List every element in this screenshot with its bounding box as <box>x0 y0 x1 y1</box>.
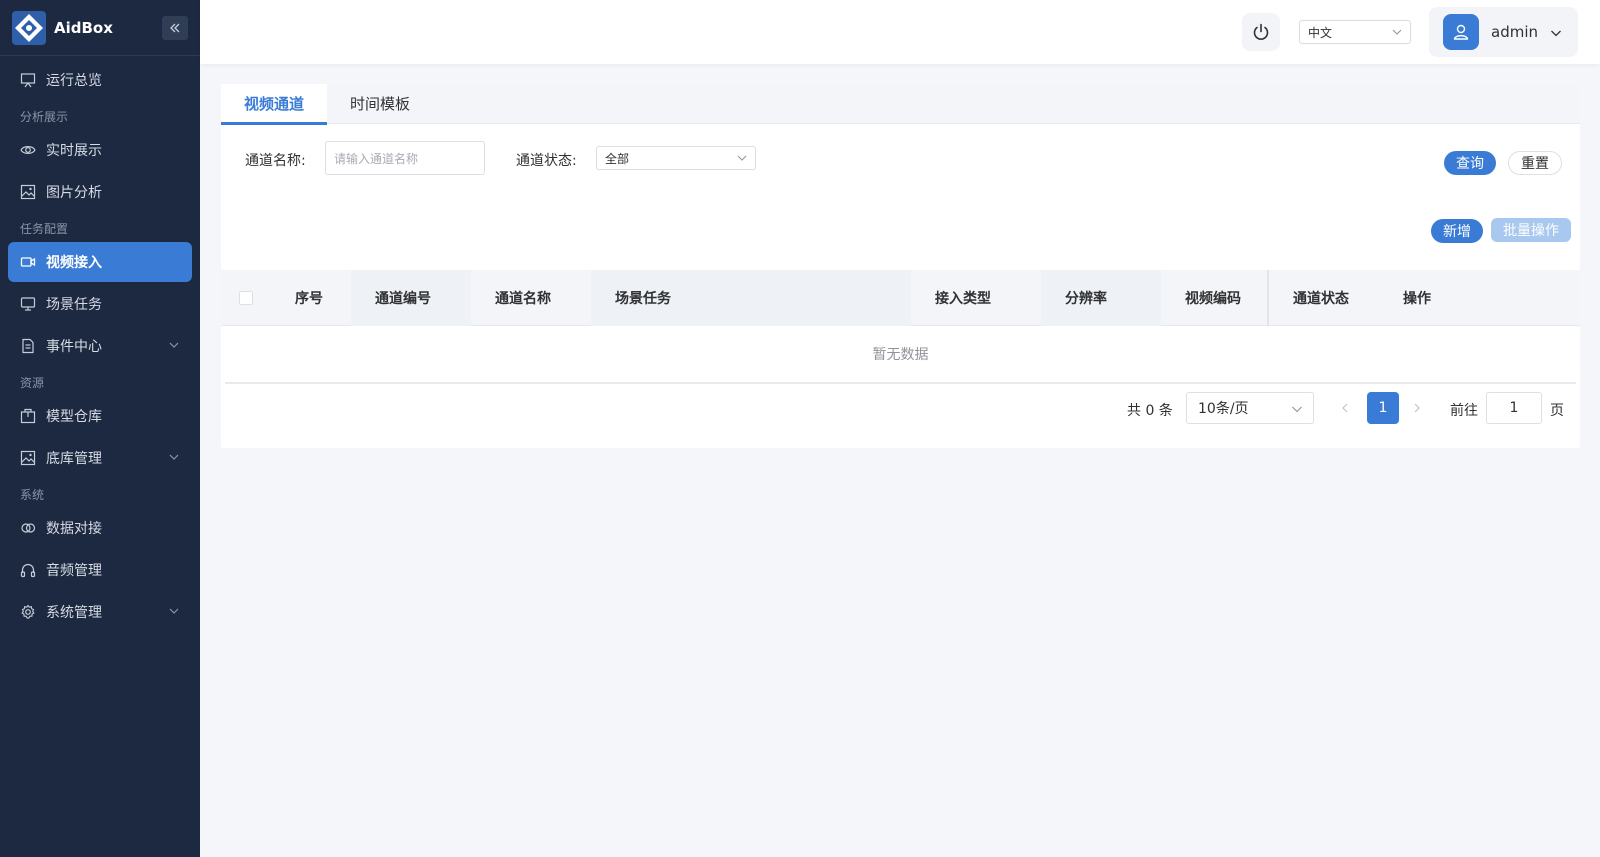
power-button[interactable] <box>1242 13 1280 51</box>
aidbox-logo-icon <box>12 10 46 45</box>
chevron-down-icon <box>737 155 747 161</box>
sidebar-item-label: 实时展示 <box>46 143 102 159</box>
goto-label: 前往 <box>1450 403 1478 419</box>
sidebar-item[interactable]: 模型仓库 <box>8 396 192 436</box>
column-header: 视频编码 <box>1185 291 1241 307</box>
add-button[interactable]: 新增 <box>1431 219 1483 243</box>
channel-status-value: 全部 <box>605 151 630 166</box>
goto-page-value: 1 <box>1509 400 1519 416</box>
monitor-icon <box>20 296 36 312</box>
double-chevron-left-icon <box>170 23 180 33</box>
sidebar-item[interactable]: 底库管理 <box>8 438 192 478</box>
chevron-down-icon <box>1292 406 1302 413</box>
collapse-sidebar-button[interactable] <box>162 16 188 40</box>
app-name: AidBox <box>54 18 113 37</box>
sidebar-item[interactable]: 数据对接 <box>8 508 192 548</box>
column-header: 操作 <box>1403 291 1431 307</box>
sidebar-item-label: 音频管理 <box>46 563 102 579</box>
next-page-icon[interactable] <box>1410 401 1424 415</box>
sidebar-nav: 运行总览分析展示实时展示图片分析任务配置视频接入场景任务事件中心资源模型仓库底库… <box>0 56 200 632</box>
prev-page-icon[interactable] <box>1338 401 1352 415</box>
channel-table: 序号 通道编号 通道名称 场景任务 接入类型 分辨率 视频编码 通道状态 操作 … <box>221 270 1580 384</box>
sidebar-item[interactable]: 图片分析 <box>8 172 192 212</box>
language-select[interactable]: 中文 <box>1299 20 1411 44</box>
page-size-select[interactable]: 10条/页 <box>1186 392 1314 424</box>
empty-table-text: 暂无数据 <box>225 326 1576 384</box>
sidebar-item[interactable]: 实时展示 <box>8 130 192 170</box>
sidebar-item[interactable]: 运行总览 <box>8 60 192 100</box>
column-header: 场景任务 <box>591 270 911 326</box>
image-icon <box>20 184 36 200</box>
avatar <box>1443 14 1479 50</box>
column-header: 分辨率 <box>1041 270 1161 326</box>
sidebar: AidBox 运行总览分析展示实时展示图片分析任务配置视频接入场景任务事件中心资… <box>0 0 200 857</box>
user-menu[interactable]: admin <box>1429 7 1578 57</box>
column-header: 通道状态 <box>1293 291 1349 307</box>
page-suffix: 页 <box>1550 403 1564 419</box>
table-header: 序号 通道编号 通道名称 场景任务 接入类型 分辨率 视频编码 通道状态 操作 <box>221 270 1580 326</box>
sidebar-group-label: 分析展示 <box>20 110 69 124</box>
channel-status-label: 通道状态: <box>516 153 577 169</box>
sidebar-item[interactable]: 场景任务 <box>8 284 192 324</box>
tab-bar: 视频通道 时间模板 <box>221 84 1580 125</box>
pagination-total: 共 0 条 <box>1127 403 1173 419</box>
sidebar-item-label: 数据对接 <box>46 521 102 537</box>
image-icon <box>20 450 36 466</box>
sidebar-item-label: 运行总览 <box>46 73 102 89</box>
sidebar-item[interactable]: 音频管理 <box>8 550 192 590</box>
chevron-down-icon <box>1551 30 1561 37</box>
sidebar-item-label: 事件中心 <box>46 339 102 355</box>
channel-name-input[interactable]: 请输入通道名称 <box>325 141 485 175</box>
chevron-down-icon <box>169 342 179 348</box>
presentation-icon <box>20 72 36 88</box>
top-header: 中文 admin <box>200 0 1600 64</box>
sidebar-item-label: 场景任务 <box>46 297 102 313</box>
package-icon <box>20 408 36 424</box>
sidebar-group-label: 系统 <box>20 488 45 502</box>
page-number-current[interactable]: 1 <box>1367 392 1399 424</box>
reset-button[interactable]: 重置 <box>1508 151 1562 175</box>
channel-status-select[interactable]: 全部 <box>596 146 756 170</box>
tab-video-channel[interactable]: 视频通道 <box>221 84 328 125</box>
query-button[interactable]: 查询 <box>1444 151 1496 175</box>
gear-icon <box>20 604 36 620</box>
user-icon <box>1453 24 1469 40</box>
user-name: admin <box>1491 23 1538 41</box>
channel-name-placeholder: 请输入通道名称 <box>334 151 419 166</box>
column-header: 接入类型 <box>935 291 991 307</box>
sidebar-item-label: 底库管理 <box>46 451 102 467</box>
goto-page-input[interactable]: 1 <box>1486 392 1542 424</box>
sidebar-item[interactable]: 系统管理 <box>8 592 192 632</box>
column-header: 序号 <box>295 291 323 307</box>
language-value: 中文 <box>1308 25 1333 40</box>
channel-name-label: 通道名称: <box>245 153 306 169</box>
column-header: 通道编号 <box>351 270 471 326</box>
column-header: 通道名称 <box>495 291 551 307</box>
select-all-checkbox[interactable] <box>239 291 253 305</box>
sidebar-item[interactable]: 事件中心 <box>8 326 192 366</box>
power-icon <box>1253 23 1269 40</box>
document-icon <box>20 338 36 354</box>
sidebar-item-label: 系统管理 <box>46 605 102 621</box>
link-icon <box>20 520 36 536</box>
eye-icon <box>20 142 36 158</box>
sidebar-item-label: 视频接入 <box>46 255 102 271</box>
brand: AidBox <box>0 0 200 56</box>
sidebar-item-label: 图片分析 <box>46 185 102 201</box>
page-size-value: 10条/页 <box>1198 401 1249 417</box>
sidebar-item[interactable]: 视频接入 <box>8 242 192 282</box>
sidebar-item-label: 模型仓库 <box>46 409 102 425</box>
main-card: 视频通道 时间模板 通道名称: 请输入通道名称 通道状态: 全部 查询 重置 新… <box>221 84 1580 448</box>
chevron-down-icon <box>169 608 179 614</box>
chevron-down-icon <box>1392 29 1402 35</box>
tab-time-template[interactable]: 时间模板 <box>327 84 433 124</box>
chevron-down-icon <box>169 454 179 460</box>
batch-operation-button[interactable]: 批量操作 <box>1491 218 1571 242</box>
sidebar-group-label: 任务配置 <box>20 222 69 236</box>
video-camera-icon <box>20 254 36 270</box>
headphones-icon <box>20 562 36 578</box>
header-select-all[interactable] <box>221 270 271 326</box>
sidebar-group-label: 资源 <box>20 376 45 390</box>
